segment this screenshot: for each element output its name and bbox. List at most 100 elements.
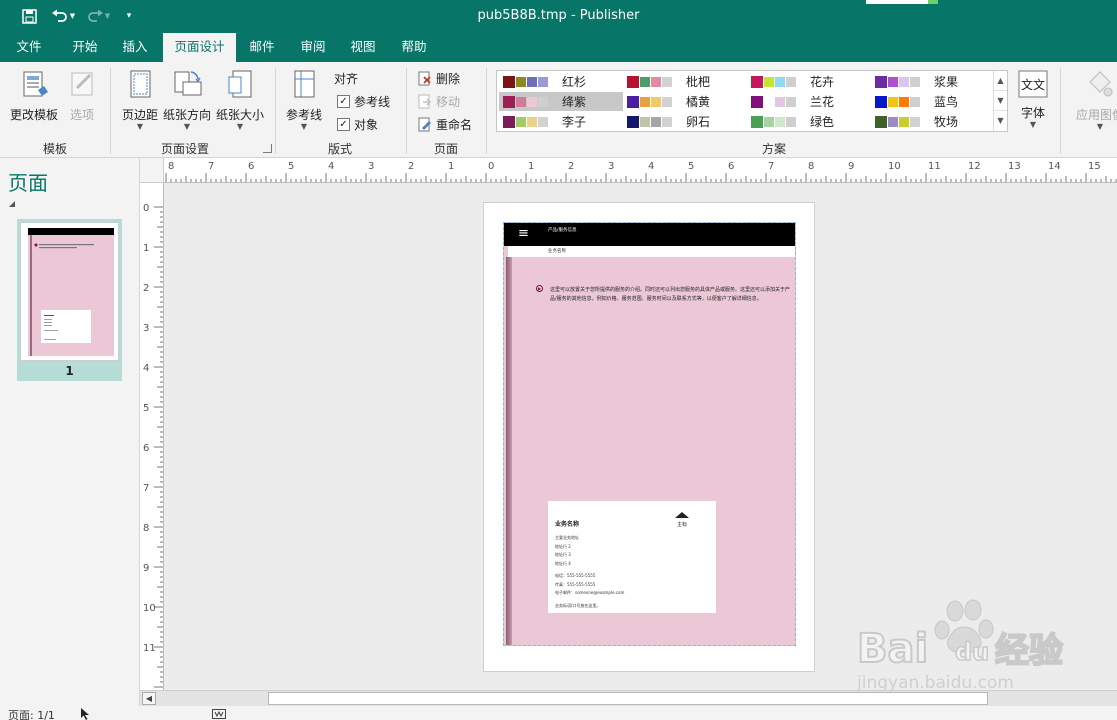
rename-label: 重命名 (436, 118, 473, 132)
logo-label: 主标 (676, 522, 687, 528)
ruler-label: 11 (928, 161, 941, 172)
ruler-label: 6 (248, 161, 254, 172)
margins-button[interactable]: 页边距 ▼ (118, 68, 162, 131)
card-contact-lines[interactable]: 主要业务地址 地址行 2 地址行 3 地址行 4 电话：555-555-5555… (555, 534, 624, 610)
scheme-orange[interactable]: 橘黄 (623, 92, 747, 111)
header-text[interactable]: 产品/服务信息 (548, 227, 577, 233)
fonts-icon: 文文 (1018, 70, 1048, 98)
ruler-label: 1 (448, 161, 454, 172)
color-scheme-gallery[interactable]: 红杉 枇杷 花卉 浆果 绛紫 橘黄 兰花 蓝鸟 李子 卵石 绿色 牧场 ▲ ▼ … (496, 70, 1008, 132)
move-page-button: 移动 (417, 93, 460, 110)
card-line: 传真：555-555-5555 (555, 581, 596, 587)
tab-insert[interactable]: 插入 (112, 33, 158, 62)
checkbox-checked-icon: ✓ (337, 118, 350, 131)
scheme-name: 李子 (562, 115, 587, 129)
tab-review[interactable]: 审阅 (290, 33, 336, 62)
swatch (503, 75, 515, 88)
swatch (662, 76, 672, 87)
ruler-label: 10 (888, 161, 901, 172)
scheme-meadow[interactable]: 牧场 (871, 112, 995, 131)
ruler-label: 2 (143, 283, 149, 294)
subheader-strip[interactable]: 业务名称 (508, 246, 795, 257)
title-bar: ▼ ▼ ▾ pub5B8B.tmp - Publisher (0, 0, 1117, 33)
page-thumbnail[interactable]: 1 (17, 219, 122, 381)
swatch (751, 95, 763, 108)
card-line: 业务标语/口号放在这里。 (555, 602, 601, 608)
ruler-label: 10 (143, 603, 156, 614)
gallery-up-icon[interactable]: ▲ (994, 71, 1007, 91)
layout-view-icon[interactable] (212, 709, 226, 719)
scheme-berry[interactable]: 浆果 (871, 72, 995, 91)
swatch (503, 115, 515, 128)
change-template-button[interactable]: 更改模板 (6, 68, 62, 123)
swatch (888, 76, 898, 87)
gallery-more-icon[interactable]: ▼ (994, 111, 1007, 131)
separator (275, 68, 276, 154)
scheme-pebble[interactable]: 卵石 (623, 112, 747, 131)
tab-mailings[interactable]: 邮件 (239, 33, 285, 62)
scheme-bluebird[interactable]: 蓝鸟 (871, 92, 995, 111)
tab-home[interactable]: 开始 (62, 33, 108, 62)
margins-icon (130, 70, 151, 98)
gallery-down-icon[interactable]: ▼ (994, 91, 1007, 111)
status-page-number[interactable]: 页面: 1/1 (8, 707, 55, 720)
scroll-thumb[interactable] (268, 692, 988, 705)
swatch (764, 116, 774, 127)
swatch (516, 116, 526, 127)
card-logo[interactable]: 主标 (675, 512, 689, 528)
scheme-loquat[interactable]: 枇杷 (623, 72, 747, 91)
scheme-mulberry[interactable]: 绛紫 (499, 92, 623, 111)
ruler-label: 0 (143, 203, 149, 214)
orientation-icon (174, 71, 202, 96)
swatch (888, 116, 898, 127)
body-text-box[interactable]: 这里可以放置关于您所提供的服务的介绍。同时还可以列出您服务的具体产品或服务。这里… (550, 286, 792, 303)
delete-page-button[interactable]: 删除 (417, 70, 460, 87)
subheader-text[interactable]: 业务名称 (548, 248, 566, 254)
rename-page-button[interactable]: 重命名 (417, 116, 472, 133)
scheme-green[interactable]: 绿色 (747, 112, 871, 131)
card-line: 电子邮件：someone@example.com (555, 590, 625, 595)
checkbox-checked-icon: ✓ (337, 95, 350, 108)
ruler-label: 7 (768, 161, 774, 172)
scheme-plum[interactable]: 李子 (499, 112, 623, 131)
collapse-triangle-icon[interactable] (9, 201, 15, 207)
cursor-icon (81, 708, 89, 720)
swatch (527, 116, 537, 127)
orientation-button[interactable]: 纸张方向 ▼ (162, 68, 212, 131)
scheme-orchid[interactable]: 兰花 (747, 92, 871, 111)
scheme-redwood[interactable]: 红杉 (499, 72, 623, 91)
scroll-left-icon[interactable]: ◀ (142, 692, 156, 705)
swatch (651, 96, 661, 107)
tab-page-design[interactable]: 页面设计 (163, 33, 236, 62)
swatch (538, 76, 548, 87)
swatch (786, 116, 796, 127)
scheme-name: 牧场 (934, 115, 959, 129)
page-setup-launcher-icon[interactable] (263, 144, 272, 153)
align-to-objects-checkbox[interactable]: ✓ 对象 (337, 116, 378, 133)
horizontal-ruler[interactable]: 8 7 6 5 4 3 2 1 0 1 2 3 4 5 6 7 8 9 10 11 12 13 14 15 (164, 158, 1117, 183)
align-to-guides-checkbox[interactable]: ✓ 参考线 (337, 93, 390, 110)
vertical-ruler[interactable]: 0 1 2 3 4 5 6 7 8 9 10 11 (140, 183, 164, 690)
horizontal-scrollbar[interactable]: ◀ (140, 690, 1117, 706)
ruler-label: 4 (328, 161, 334, 172)
tab-help[interactable]: 帮助 (391, 33, 437, 62)
ruler-corner (140, 158, 164, 183)
orientation-label: 纸张方向 (162, 108, 211, 122)
size-button[interactable]: 纸张大小 ▼ (214, 68, 266, 131)
header-bar[interactable]: ≡ 产品/服务信息 (504, 223, 795, 246)
ruler-label: 1 (528, 161, 534, 172)
pages-pane: 页面 1 (0, 158, 140, 706)
tab-file[interactable]: 文件 (6, 33, 52, 62)
guides-button[interactable]: 参考线 ▼ (282, 68, 326, 131)
swatch (910, 116, 920, 127)
ruler-label: 4 (143, 363, 149, 374)
scheme-flower[interactable]: 花卉 (747, 72, 871, 91)
publication-page[interactable]: ≡ 产品/服务信息 业务名称 ▶ 这里可以放置关于您所提供的服务的介绍。同时还可… (503, 222, 796, 646)
document-canvas[interactable]: ≡ 产品/服务信息 业务名称 ▶ 这里可以放置关于您所提供的服务的介绍。同时还可… (164, 183, 1117, 690)
fonts-button[interactable]: 文文 字体 ▼ (1015, 70, 1051, 129)
card-line: 地址行 4 (555, 560, 571, 566)
tab-view[interactable]: 视图 (340, 33, 386, 62)
card-title[interactable]: 业务名称 (555, 519, 579, 528)
business-card[interactable]: 业务名称 主标 主要业务地址 地址行 2 地址行 3 地址行 4 电话：555-… (548, 501, 716, 613)
align-title-label: 对齐 (334, 72, 359, 86)
